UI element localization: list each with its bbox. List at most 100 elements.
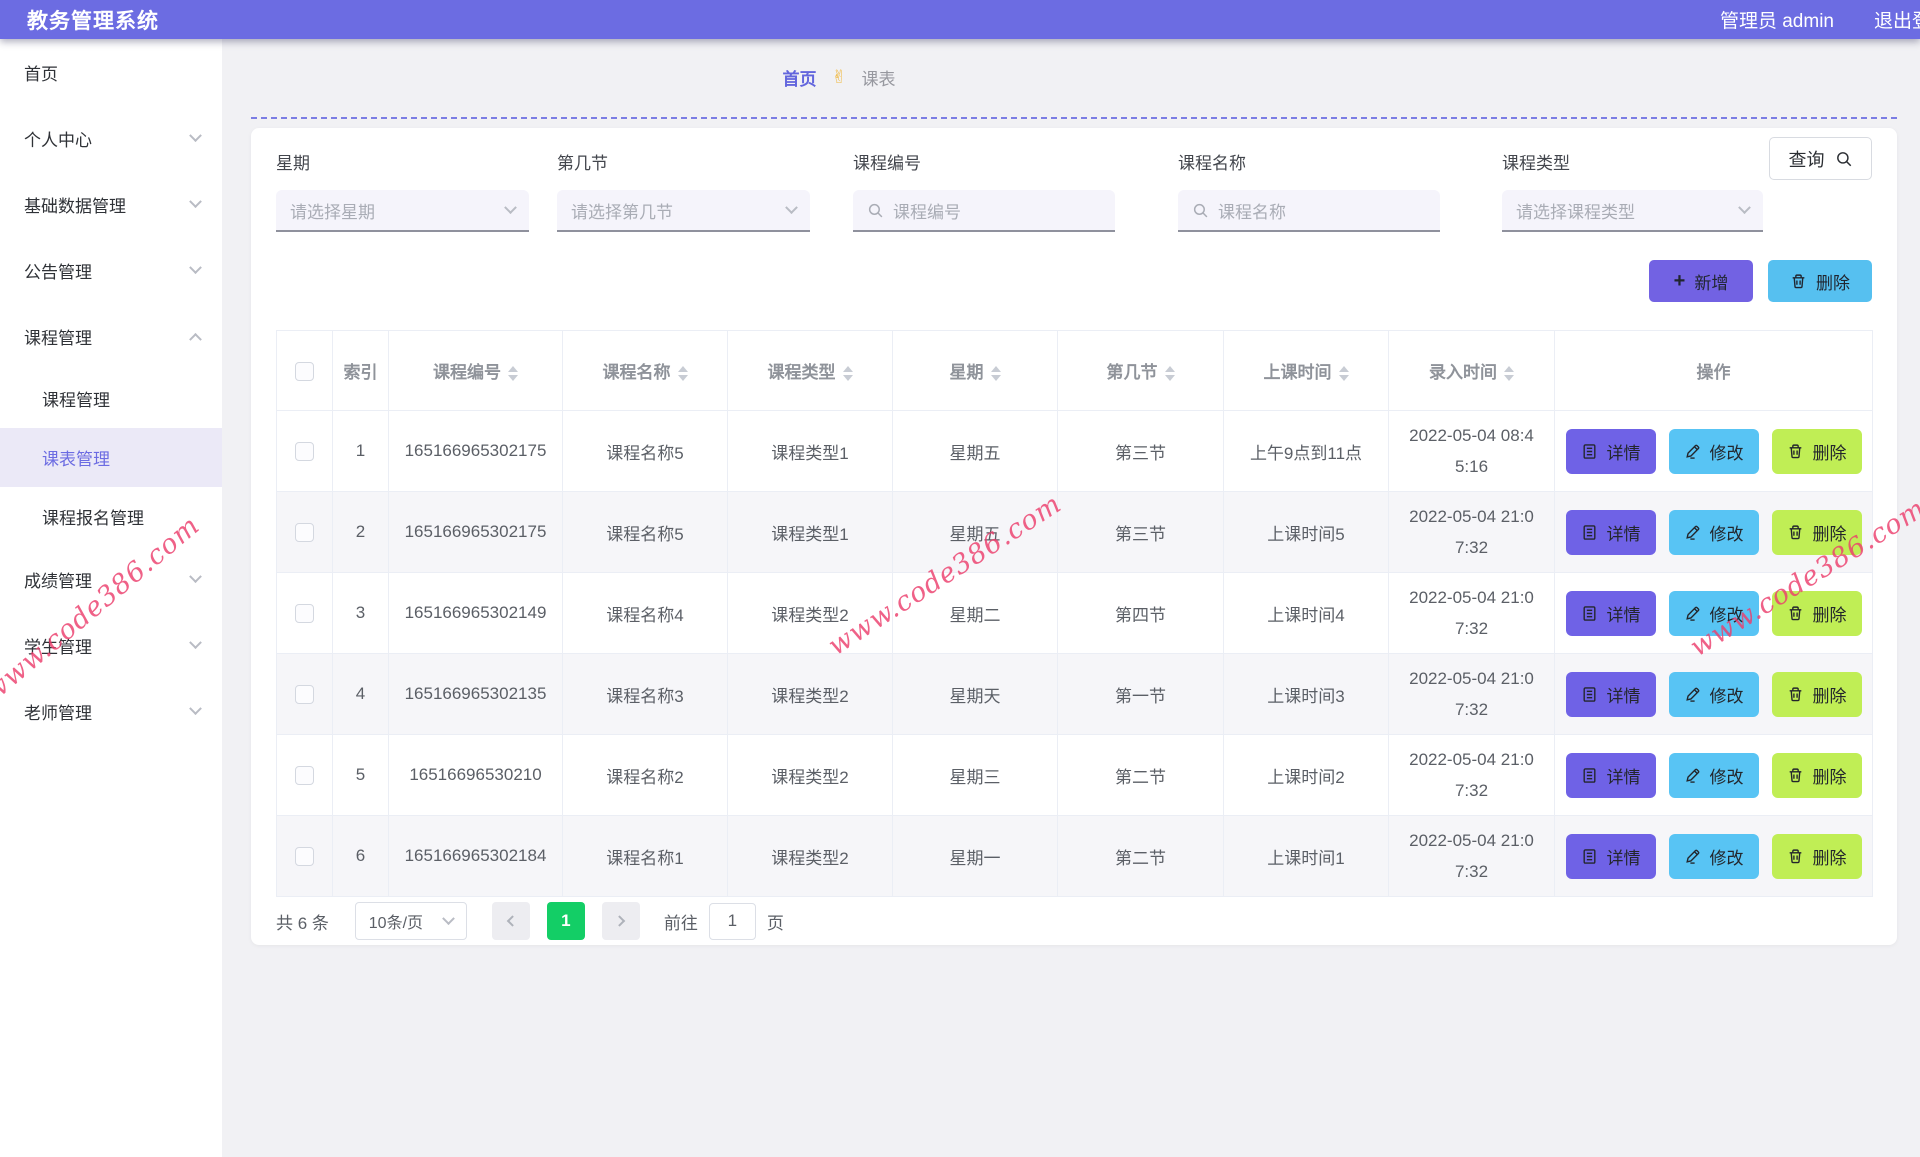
trash-icon [1789, 767, 1801, 782]
row-checkbox[interactable] [295, 847, 314, 866]
column-header-label: 上课时间 [1263, 363, 1332, 382]
cell-created-time: 2022-05-04 21:07:32 [1388, 491, 1555, 573]
delete-button[interactable]: 删除 [1771, 428, 1862, 474]
delete-button[interactable]: 删除 [1771, 671, 1862, 717]
cell-weekday: 星期三 [892, 734, 1058, 816]
page-size-select[interactable]: 10条/页 [354, 902, 467, 940]
delete-button-label: 删除 [1812, 686, 1847, 706]
detail-button[interactable]: 详情 [1565, 428, 1656, 474]
column-header-1[interactable]: 课程编号 [388, 330, 563, 411]
sidebar-item-4[interactable]: 课程管理 [0, 303, 222, 369]
edit-button[interactable]: 修改 [1668, 671, 1759, 717]
detail-button[interactable]: 详情 [1565, 752, 1656, 798]
query-button[interactable]: 查询 [1769, 137, 1872, 180]
sort-caret-icon[interactable] [1164, 366, 1175, 382]
sidebar-item-8[interactable]: 成绩管理 [0, 546, 222, 612]
delete-button[interactable]: 删除 [1771, 590, 1862, 636]
edit-button-label: 修改 [1709, 443, 1744, 463]
row-checkbox[interactable] [295, 604, 314, 623]
sidebar-item-3[interactable]: 公告管理 [0, 237, 222, 303]
column-header-7[interactable]: 录入时间 [1388, 330, 1555, 411]
sidebar-item-label: 成绩管理 [24, 571, 92, 591]
edit-button[interactable]: 修改 [1668, 509, 1759, 555]
column-header-6[interactable]: 上课时间 [1223, 330, 1389, 411]
sidebar-item-label: 首页 [24, 64, 58, 84]
sort-caret-icon[interactable] [508, 366, 518, 382]
column-header-4[interactable]: 星期 [892, 330, 1058, 411]
sort-caret-icon[interactable] [1338, 366, 1349, 382]
sidebar-subitem-5[interactable]: 课程管理 [0, 369, 222, 428]
admin-user-label[interactable]: 管理员 admin [1720, 6, 1834, 33]
edit-button[interactable]: 修改 [1668, 833, 1759, 879]
sidebar-subitem-7[interactable]: 课程报名管理 [0, 487, 222, 546]
detail-button[interactable]: 详情 [1565, 590, 1656, 636]
row-checkbox-cell [276, 653, 333, 735]
detail-button[interactable]: 详情 [1565, 833, 1656, 879]
row-checkbox[interactable] [295, 766, 314, 785]
sidebar-item-0[interactable]: 首页 [0, 39, 222, 105]
document-icon [1582, 686, 1596, 702]
row-checkbox[interactable] [295, 523, 314, 542]
delete-button[interactable]: 删除 [1771, 833, 1862, 879]
cell-course-code: 165166965302175 [388, 491, 563, 573]
column-header-5[interactable]: 第几节 [1057, 330, 1224, 411]
delete-button[interactable]: 删除 [1771, 752, 1862, 798]
filter-search-input[interactable]: 课程编号 [853, 190, 1115, 232]
add-button[interactable]: + 新增 [1649, 260, 1753, 302]
trash-icon [1789, 848, 1801, 863]
batch-delete-button[interactable]: 删除 [1768, 260, 1872, 302]
cell-index: 2 [332, 491, 389, 573]
chevron-down-icon [189, 569, 202, 583]
cell-weekday: 星期二 [892, 572, 1058, 654]
detail-button-label: 详情 [1606, 524, 1641, 544]
cell-index: 5 [332, 734, 389, 816]
sort-caret-icon[interactable] [990, 366, 1001, 382]
detail-button[interactable]: 详情 [1565, 671, 1656, 717]
breadcrumb: 首页 ✌ 课表 [782, 65, 895, 90]
sort-caret-icon[interactable] [677, 366, 688, 382]
filter-select[interactable]: 请选择第几节 [557, 190, 810, 232]
column-header-2[interactable]: 课程名称 [562, 330, 728, 411]
cell-index: 4 [332, 653, 389, 735]
delete-button[interactable]: 删除 [1771, 509, 1862, 555]
cell-index: 1 [332, 410, 389, 492]
row-actions: 详情 修改 删除 [1555, 590, 1872, 636]
edit-button[interactable]: 修改 [1668, 428, 1759, 474]
sort-caret-icon[interactable] [1504, 366, 1514, 382]
filter-select[interactable]: 请选择星期 [276, 190, 529, 232]
cell-weekday: 星期五 [892, 491, 1058, 573]
chevron-right-icon [613, 915, 626, 927]
detail-button[interactable]: 详情 [1565, 509, 1656, 555]
pencil-icon [1685, 687, 1699, 702]
sidebar-subitem-6[interactable]: 课表管理 [0, 428, 222, 487]
row-checkbox[interactable] [295, 442, 314, 461]
sort-caret-icon[interactable] [842, 366, 853, 382]
edit-button[interactable]: 修改 [1668, 752, 1759, 798]
row-checkbox[interactable] [295, 685, 314, 704]
row-checkbox-cell [276, 491, 333, 573]
sidebar-item-label: 课表管理 [42, 450, 110, 469]
sidebar-item-2[interactable]: 基础数据管理 [0, 171, 222, 237]
sidebar-item-1[interactable]: 个人中心 [0, 105, 222, 171]
row-checkbox-cell [276, 815, 333, 897]
current-page-button[interactable]: 1 [546, 902, 585, 940]
sidebar-item-10[interactable]: 老师管理 [0, 678, 222, 744]
prev-page-button[interactable] [491, 902, 530, 940]
edit-button[interactable]: 修改 [1668, 590, 1759, 636]
sidebar-item-label: 课程报名管理 [42, 509, 144, 528]
next-page-button[interactable] [601, 902, 640, 940]
sidebar-item-9[interactable]: 学生管理 [0, 612, 222, 678]
chevron-down-icon [785, 200, 798, 214]
sidebar-item-label: 个人中心 [24, 130, 92, 150]
breadcrumb-bar: 首页 ✌ 课表 [222, 39, 1920, 119]
jump-page-input[interactable]: 1 [708, 902, 756, 940]
chevron-down-icon [189, 260, 202, 274]
column-header-3[interactable]: 课程类型 [727, 330, 893, 411]
breadcrumb-home[interactable]: 首页 [782, 65, 816, 90]
chevron-down-icon [189, 635, 202, 649]
filter-search-input[interactable]: 课程名称 [1178, 190, 1440, 232]
cell-section: 第三节 [1057, 410, 1224, 492]
select-all-checkbox[interactable] [295, 361, 314, 381]
filter-select[interactable]: 请选择课程类型 [1502, 190, 1763, 232]
logout-button[interactable]: 退出登录 [1874, 6, 1920, 33]
